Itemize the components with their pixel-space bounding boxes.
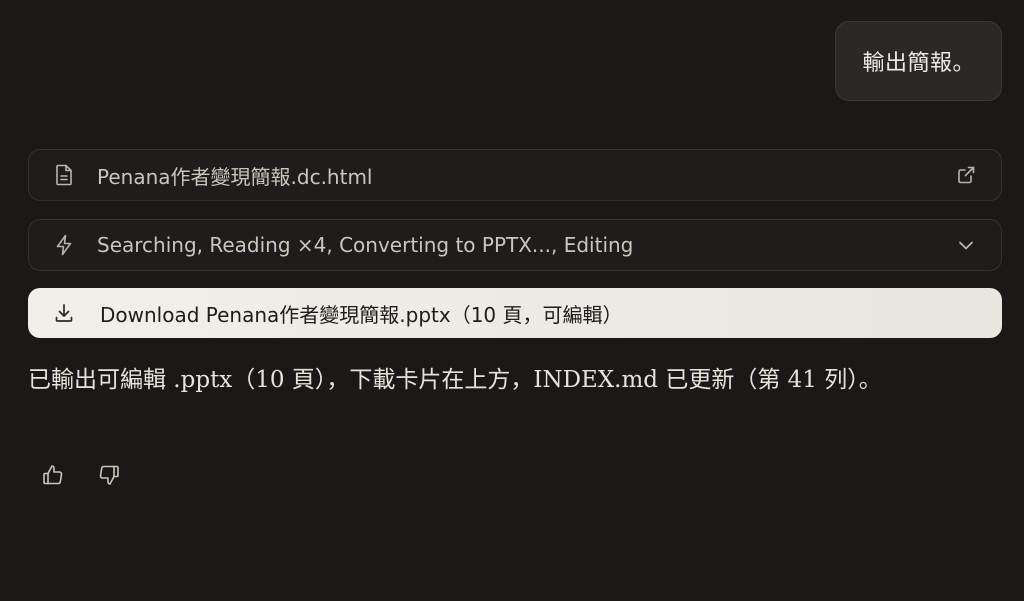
document-icon	[53, 164, 75, 186]
file-artifact-name: Penana作者變現簡報.dc.html	[97, 164, 373, 189]
user-message-text: 輸出簡報。	[862, 51, 975, 76]
download-icon	[52, 301, 76, 325]
lightning-icon	[53, 234, 75, 256]
assistant-reply-text: 已輸出可編輯 .pptx（10 頁），下載卡片在上方，INDEX.md 已更新（…	[28, 367, 882, 393]
tool-steps-summary: Searching, Reading ×4, Converting to PPT…	[97, 233, 634, 257]
feedback-actions	[40, 462, 122, 488]
file-artifact-card[interactable]: Penana作者變現簡報.dc.html	[28, 149, 1002, 201]
user-message-bubble: 輸出簡報。	[835, 21, 1002, 101]
tool-steps-card[interactable]: Searching, Reading ×4, Converting to PPT…	[28, 219, 1002, 271]
download-pptx-button[interactable]: Download Penana作者變現簡報.pptx（10 頁，可編輯）	[28, 288, 1002, 338]
download-button-label: Download Penana作者變現簡報.pptx（10 頁，可編輯）	[100, 302, 623, 327]
chat-transcript: 輸出簡報。 Penana作者變現簡報.dc.html Searching, Re…	[0, 0, 1024, 601]
external-link-icon[interactable]	[955, 164, 977, 186]
thumbs-up-icon[interactable]	[40, 462, 66, 488]
thumbs-down-icon[interactable]	[96, 462, 122, 488]
chevron-down-icon[interactable]	[955, 234, 977, 256]
